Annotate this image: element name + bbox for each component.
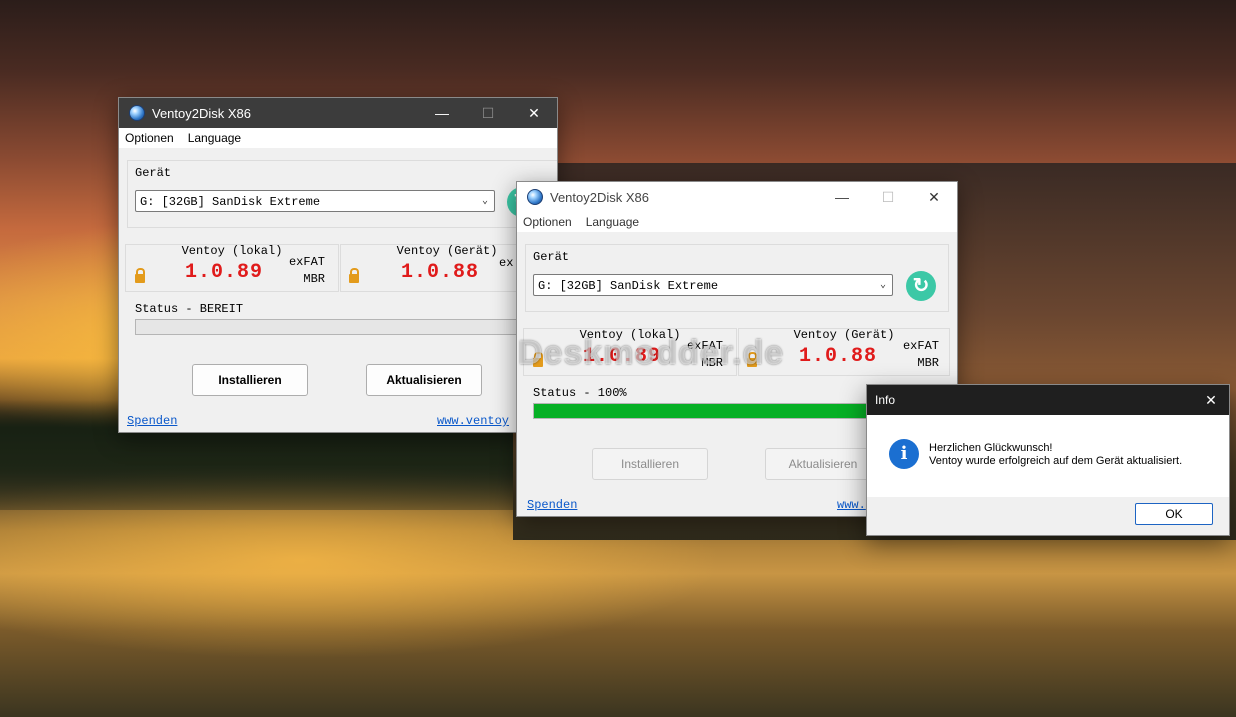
- watermark: Deskmodder.de: [518, 334, 785, 372]
- chevron-down-icon: ⌄: [481, 196, 488, 207]
- website-link[interactable]: www.ventoy: [437, 414, 509, 428]
- install-label: Installieren: [218, 373, 282, 387]
- menubar: Optionen Language: [517, 212, 957, 232]
- window-title: Ventoy2Disk X86: [152, 105, 252, 121]
- dialog-line1: Herzlichen Glückwunsch!: [929, 442, 1053, 454]
- window-title: Ventoy2Disk X86: [550, 189, 650, 205]
- website-link[interactable]: www.: [837, 498, 866, 512]
- device-select[interactable]: G: [32GB] SanDisk Extreme ⌄: [533, 274, 893, 296]
- window-content: Gerät G: [32GB] SanDisk Extreme ⌄ ↻ Vent…: [119, 148, 557, 432]
- maximize-icon[interactable]: ☐: [865, 182, 911, 212]
- refresh-icon[interactable]: ↻: [906, 271, 936, 301]
- update-label: Aktualisieren: [386, 373, 462, 387]
- menu-optionen[interactable]: Optionen: [523, 215, 572, 229]
- ok-button[interactable]: OK: [1135, 503, 1213, 525]
- device-fs-info: exFAT MBR: [895, 338, 939, 372]
- menu-language[interactable]: Language: [586, 215, 639, 229]
- menu-language[interactable]: Language: [188, 131, 241, 145]
- device-fs: exFAT: [902, 339, 939, 353]
- titlebar[interactable]: Ventoy2Disk X86 — ☐ ✕: [119, 98, 557, 128]
- device-label: Gerät: [133, 166, 174, 180]
- device-select-value: G: [32GB] SanDisk Extreme: [538, 279, 719, 293]
- donate-link[interactable]: Spenden: [127, 414, 177, 428]
- chevron-down-icon: ⌄: [879, 280, 886, 291]
- status-text: Status - BEREIT: [135, 302, 244, 316]
- menu-optionen[interactable]: Optionen: [125, 131, 174, 145]
- update-button[interactable]: Aktualisieren: [366, 364, 482, 396]
- ventoy-app-icon: [527, 189, 543, 205]
- close-icon[interactable]: ✕: [911, 182, 957, 212]
- device-partition: MBR: [917, 356, 939, 370]
- donate-link[interactable]: Spenden: [527, 498, 577, 512]
- device-select[interactable]: G: [32GB] SanDisk Extreme ⌄: [135, 190, 495, 212]
- lock-icon: [349, 268, 359, 283]
- info-dialog: Info ✕ i Herzlichen Glückwunsch! Ventoy …: [866, 384, 1230, 536]
- close-icon[interactable]: ✕: [511, 98, 557, 128]
- progress-bar: [135, 319, 555, 335]
- menubar: Optionen Language: [119, 128, 557, 148]
- minimize-icon[interactable]: —: [819, 182, 865, 212]
- status-text: Status - 100%: [533, 386, 627, 400]
- titlebar[interactable]: Ventoy2Disk X86 — ☐ ✕: [517, 182, 957, 212]
- device-fs-partial: ex: [499, 256, 514, 270]
- local-fs-info: exFAT MBR: [283, 254, 325, 288]
- device-version: 1.0.88: [401, 261, 480, 284]
- update-label: Aktualisieren: [788, 457, 858, 471]
- info-icon: i: [889, 439, 919, 469]
- update-button[interactable]: Aktualisieren: [765, 448, 881, 480]
- lock-icon: [135, 268, 145, 283]
- dialog-message: Herzlichen Glückwunsch! Ventoy wurde erf…: [929, 442, 1182, 468]
- install-button[interactable]: Installieren: [592, 448, 708, 480]
- close-icon[interactable]: ✕: [1199, 385, 1223, 415]
- install-button[interactable]: Installieren: [192, 364, 308, 396]
- minimize-icon[interactable]: —: [419, 98, 465, 128]
- device-label: Gerät: [531, 250, 572, 264]
- local-partition: MBR: [303, 272, 325, 286]
- ventoy-app-icon: [129, 105, 145, 121]
- dialog-title: Info: [875, 393, 896, 407]
- ok-label: OK: [1165, 507, 1183, 521]
- install-label: Installieren: [620, 457, 680, 471]
- maximize-icon[interactable]: ☐: [465, 98, 511, 128]
- dialog-line2: Ventoy wurde erfolgreich auf dem Gerät a…: [929, 455, 1183, 467]
- device-version: 1.0.88: [799, 345, 878, 368]
- dialog-titlebar[interactable]: Info ✕: [867, 385, 1229, 415]
- device-select-value: G: [32GB] SanDisk Extreme: [140, 195, 321, 209]
- local-version: 1.0.89: [185, 261, 264, 284]
- ventoy-window-back: Ventoy2Disk X86 — ☐ ✕ Optionen Language …: [118, 97, 558, 433]
- local-fs: exFAT: [288, 255, 325, 269]
